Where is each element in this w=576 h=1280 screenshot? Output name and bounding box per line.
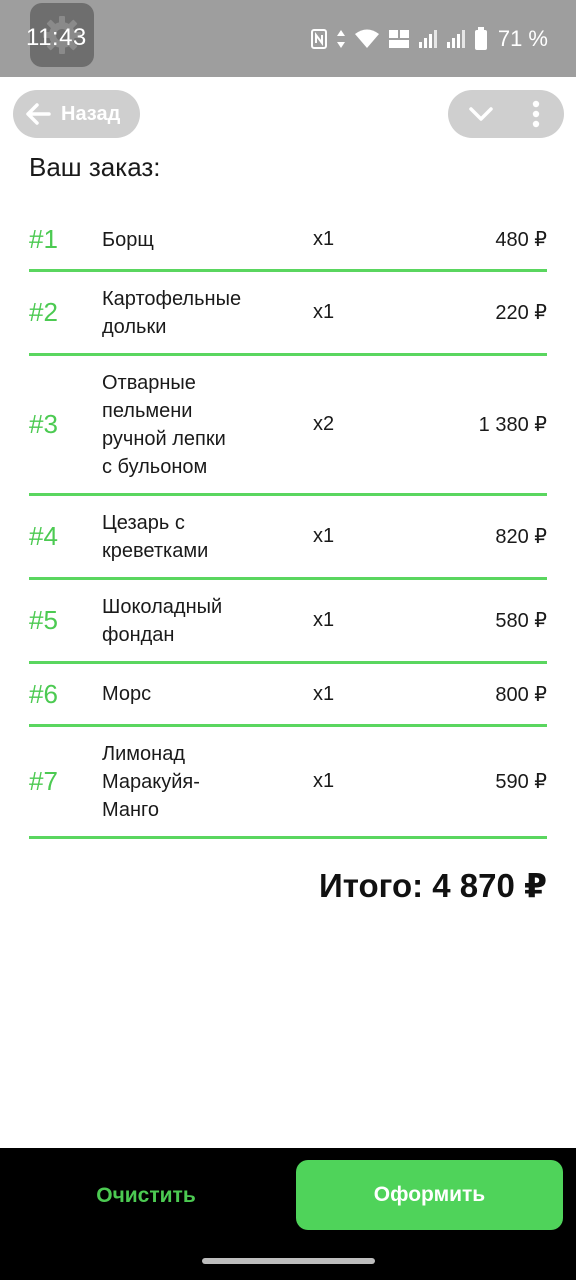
order-row: #7 Лимонад Маракуйя- Манго x1 590 ₽: [29, 727, 547, 839]
order-item-name: Лимонад Маракуйя- Манго: [102, 742, 200, 821]
order-item-name: Картофельные дольки: [102, 287, 242, 338]
chevron-down-icon[interactable]: [468, 102, 494, 126]
order-quantity: x1: [313, 301, 335, 323]
order-number: #2: [29, 297, 58, 327]
order-number: #7: [29, 766, 58, 796]
arrow-left-icon: [26, 103, 51, 125]
order-price: 480 ₽: [495, 229, 547, 251]
order-row: #6 Морс x1 800 ₽: [29, 664, 547, 727]
order-row: #5 Шоколадный фондан x1 580 ₽: [29, 580, 547, 664]
clear-button[interactable]: Очистить: [40, 1170, 252, 1222]
checkout-button[interactable]: Оформить: [296, 1160, 563, 1230]
page-title: Ваш заказ:: [29, 152, 161, 182]
order-quantity: x1: [313, 228, 335, 250]
order-item-name: Борщ: [102, 228, 154, 251]
order-number: #3: [29, 409, 58, 439]
order-item-name: Морс: [102, 683, 152, 705]
status-time: 11:43: [26, 24, 87, 51]
volte-icon: [388, 30, 409, 48]
back-button[interactable]: Назад: [13, 90, 140, 138]
order-item-name: Цезарь с креветками: [102, 511, 209, 562]
order-number: #1: [29, 224, 58, 254]
order-total: Итого: 4 870 ₽: [319, 867, 547, 904]
order-row: #2 Картофельные дольки x1 220 ₽: [29, 272, 547, 356]
order-price: 220 ₽: [495, 302, 547, 324]
back-label: Назад: [61, 102, 121, 125]
status-icons: 71 %: [310, 26, 548, 52]
order-row: #4 Цезарь с креветками x1 820 ₽: [29, 496, 547, 580]
home-indicator[interactable]: [202, 1258, 375, 1264]
wifi-icon: [354, 29, 379, 48]
order-number: #4: [29, 521, 58, 551]
order-quantity: x1: [313, 682, 335, 705]
menu-pill: [448, 90, 564, 138]
battery-icon: [474, 27, 487, 50]
order-number: #5: [29, 605, 58, 635]
order-price: 800 ₽: [495, 683, 547, 706]
more-vertical-icon[interactable]: [530, 100, 542, 128]
order-price: 590 ₽: [495, 771, 547, 793]
order-list: #1 Борщ x1 480 ₽ #2 Картофельные дольки …: [29, 210, 547, 839]
data-arrows-icon: [336, 30, 345, 48]
order-row: #3 Отварные пельмени ручной лепки с буль…: [29, 356, 547, 496]
nfc-icon: [310, 29, 327, 49]
order-quantity: x1: [313, 609, 335, 631]
order-price: 580 ₽: [495, 610, 547, 632]
battery-percent: 71 %: [497, 26, 548, 51]
order-quantity: x1: [313, 525, 335, 547]
order-row: #1 Борщ x1 480 ₽: [29, 210, 547, 272]
order-number: #6: [29, 678, 58, 709]
order-quantity: x1: [313, 770, 335, 792]
order-price: 1 380 ₽: [478, 414, 547, 436]
signal-icon: [446, 30, 465, 48]
order-item-name: Отварные пельмени ручной лепки с бульоно…: [102, 371, 226, 478]
order-quantity: x2: [313, 413, 335, 435]
signal-icon: [418, 30, 437, 48]
order-item-name: Шоколадный фондан: [102, 595, 223, 646]
order-price: 820 ₽: [495, 526, 547, 548]
